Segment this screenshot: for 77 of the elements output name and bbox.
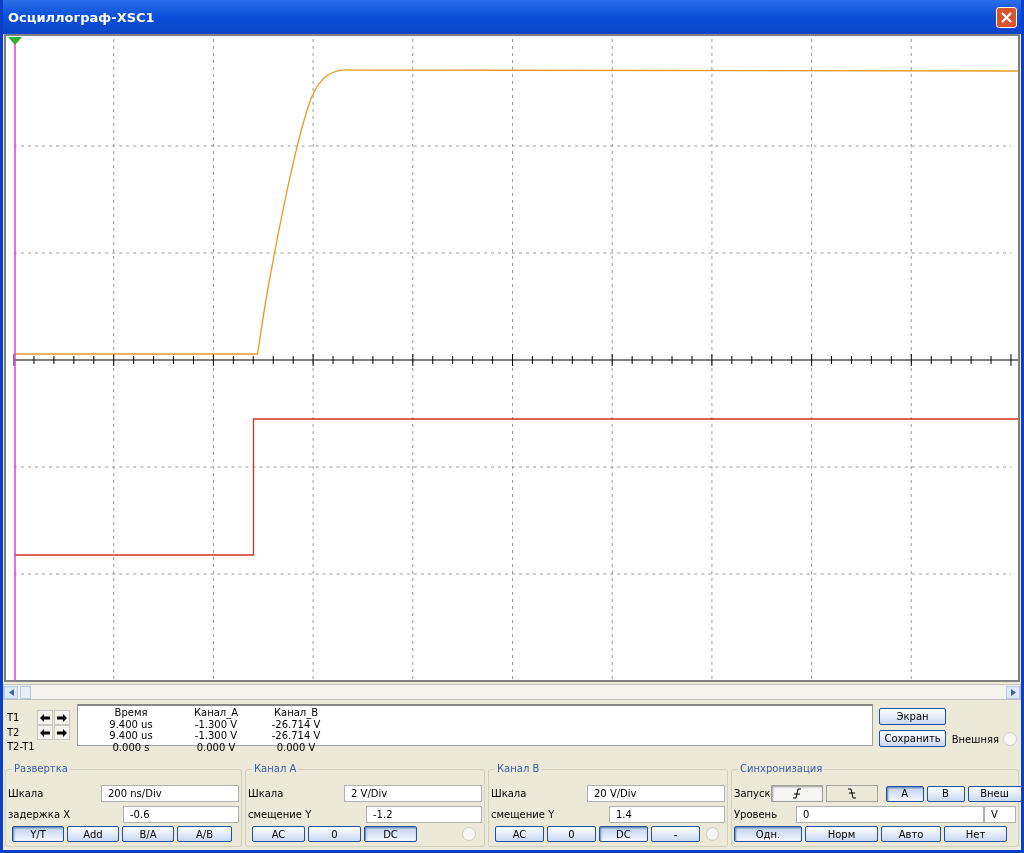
mode-button[interactable]: 0	[547, 826, 596, 842]
edge-button[interactable]	[770, 785, 823, 802]
source-button[interactable]: B	[926, 785, 965, 802]
radio-button[interactable]	[1003, 732, 1017, 746]
input-field[interactable]: 0	[796, 806, 984, 823]
input-field[interactable]: 2 V/Div	[344, 785, 482, 802]
readout-value: -26.714 V	[270, 730, 322, 742]
mode-button[interactable]: B/A	[122, 826, 174, 842]
field-label: смещение Y	[248, 809, 312, 820]
input-field[interactable]: -1.2	[366, 806, 482, 823]
cursor-marker-icon[interactable]	[8, 37, 23, 45]
field-label: Шкала	[491, 788, 527, 799]
readout-value: 9.400 us	[108, 730, 154, 742]
mode-button[interactable]: Нет	[944, 826, 1007, 842]
input-field[interactable]: -0.6	[123, 806, 239, 823]
horizontal-scrollbar[interactable]	[3, 684, 1021, 700]
field-label: Шкала	[248, 788, 284, 799]
readout-value: -1.300 V	[193, 730, 239, 742]
mode-button[interactable]: Норм	[805, 826, 878, 842]
mode-button[interactable]: AC	[495, 826, 544, 842]
mode-button[interactable]: A/B	[177, 826, 232, 842]
move-right-button[interactable]	[54, 710, 70, 725]
readout-value: 0.000 s	[111, 741, 151, 753]
move-right-button[interactable]	[54, 725, 70, 740]
mode-button[interactable]: 0	[308, 826, 361, 842]
window-title: Осциллограф-XSC1	[8, 9, 155, 25]
mode-button[interactable]: Y/T	[12, 826, 64, 842]
mode-button[interactable]: Одн.	[734, 826, 802, 842]
external-label: Внешняя	[951, 733, 999, 745]
action-button[interactable]: Сохранить	[879, 730, 946, 747]
readout-value: 9.400 us	[108, 718, 154, 730]
source-button[interactable]: A	[885, 785, 924, 802]
close-button[interactable]	[996, 6, 1017, 28]
scroll-left-button[interactable]	[4, 685, 18, 699]
source-button[interactable]: Внеш	[967, 785, 1022, 802]
radio-button[interactable]	[705, 827, 719, 841]
scroll-thumb[interactable]	[20, 685, 31, 699]
field-label: Шкала	[8, 788, 44, 799]
cursor-label: T2-T1	[7, 740, 36, 753]
radio-button[interactable]	[462, 827, 476, 841]
rising-edge-icon	[791, 788, 802, 799]
column-header: Канал_A	[192, 707, 240, 719]
readout-value: -1.300 V	[193, 718, 239, 730]
cursor-label: T2	[7, 726, 21, 739]
move-left-button[interactable]	[37, 725, 53, 740]
right-caret-icon	[1010, 688, 1016, 696]
field-label: Запуск	[734, 788, 771, 799]
group-title: Канал A	[252, 763, 299, 774]
group-title: Развертка	[12, 763, 70, 774]
action-button[interactable]: Экран	[879, 708, 946, 725]
left-caret-icon	[8, 688, 14, 696]
input-field[interactable]: 200 ns/Div	[101, 785, 239, 802]
unit-field: V	[984, 806, 1016, 823]
readout-value: 0.000 V	[195, 741, 237, 753]
group-title: Синхронизация	[738, 763, 825, 774]
mode-button[interactable]: DC	[598, 826, 648, 842]
field-label: смещение Y	[491, 809, 555, 820]
falling-edge-icon	[846, 788, 857, 799]
group-title: Канал B	[495, 763, 542, 774]
mode-button[interactable]: Add	[67, 826, 119, 842]
column-header: Канал_B	[272, 707, 320, 719]
mode-button[interactable]: DC	[364, 826, 417, 842]
mode-button[interactable]: -	[650, 826, 700, 842]
mode-button[interactable]: AC	[252, 826, 305, 842]
close-icon	[1001, 11, 1012, 23]
readout-value: -26.714 V	[270, 718, 322, 730]
input-field[interactable]: 1.4	[609, 806, 725, 823]
field-label: задержка X	[8, 809, 71, 820]
mode-button[interactable]: Авто	[881, 826, 941, 842]
scroll-right-button[interactable]	[1006, 685, 1020, 699]
cursor-label: T1	[7, 711, 21, 724]
field-label: Уровень	[734, 809, 778, 820]
column-header: Время	[113, 707, 149, 719]
move-left-button[interactable]	[37, 710, 53, 725]
edge-button[interactable]	[825, 785, 878, 802]
input-field[interactable]: 20 V/Div	[587, 785, 725, 802]
readout-value: 0.000 V	[275, 741, 317, 753]
